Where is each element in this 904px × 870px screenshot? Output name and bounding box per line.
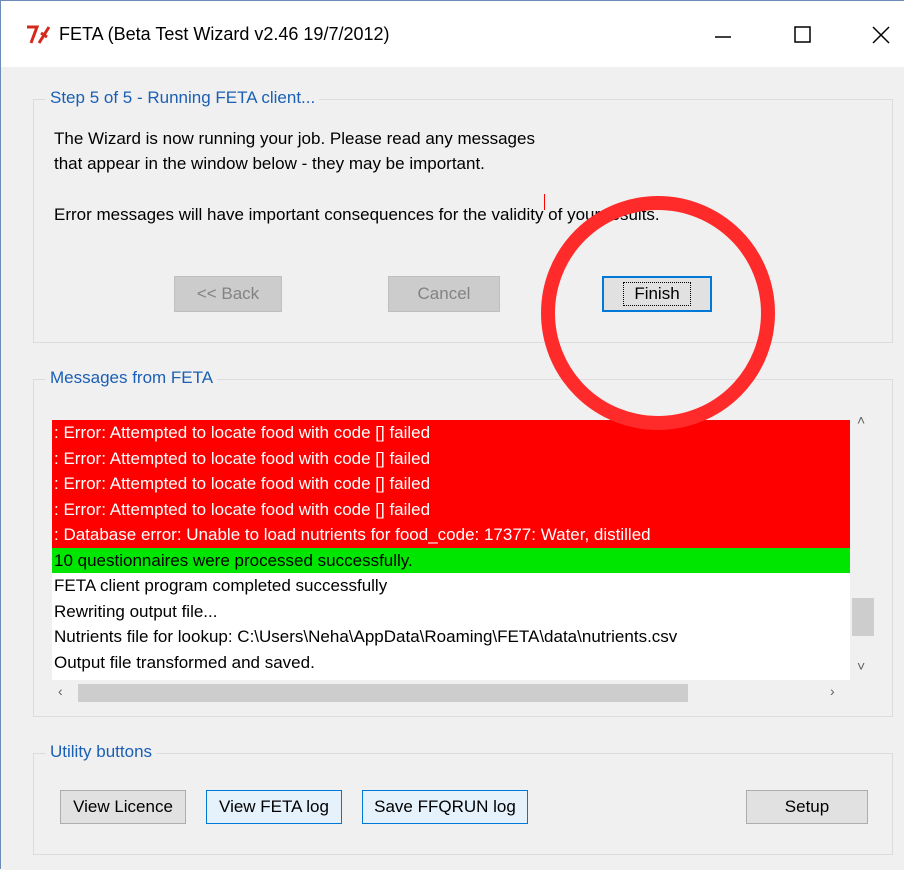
view-feta-log-button[interactable]: View FETA log — [206, 790, 342, 824]
message-line: : Error: Attempted to locate food with c… — [52, 420, 850, 446]
instruction-line-1: The Wizard is now running your job. Plea… — [54, 129, 535, 148]
message-line: : Error: Attempted to locate food with c… — [52, 445, 850, 471]
cancel-button[interactable]: Cancel — [388, 276, 500, 312]
wizard-client-area: Step 5 of 5 - Running FETA client... The… — [1, 67, 904, 870]
instruction-text: The Wizard is now running your job. Plea… — [54, 126, 535, 176]
scroll-down-icon[interactable]: ˅ — [857, 658, 865, 674]
tk-feather-icon — [27, 25, 51, 44]
message-line: FETA client program completed successful… — [54, 576, 388, 595]
close-icon — [872, 26, 890, 44]
finish-button-label: Finish — [623, 282, 691, 306]
error-warning-text: Error messages will have important conse… — [54, 205, 660, 224]
message-line: : Database error: Unable to load nutrien… — [52, 522, 850, 548]
close-button[interactable] — [857, 15, 904, 55]
minimize-button[interactable] — [699, 15, 747, 55]
minimize-icon — [715, 36, 731, 38]
save-ffqrun-log-button[interactable]: Save FFQRUN log — [362, 790, 528, 824]
messages-group-title: Messages from FETA — [46, 368, 218, 388]
maximize-button[interactable] — [779, 15, 827, 55]
messages-group: Messages from FETA : Error: Attempted to… — [33, 368, 893, 717]
window-title: FETA (Beta Test Wizard v2.46 19/7/2012) — [59, 24, 390, 44]
scroll-right-icon[interactable]: › — [830, 683, 835, 699]
title-bar[interactable]: FETA (Beta Test Wizard v2.46 19/7/2012) — [1, 1, 904, 67]
finish-button[interactable]: Finish — [602, 276, 712, 312]
message-line: : Error: Attempted to locate food with c… — [52, 496, 850, 522]
step-group-title: Step 5 of 5 - Running FETA client... — [46, 88, 320, 108]
horizontal-scrollbar[interactable]: ‹ › — [52, 680, 850, 706]
messages-listbox[interactable]: : Error: Attempted to locate food with c… — [52, 420, 850, 680]
scroll-up-icon[interactable]: ˄ — [857, 412, 865, 428]
message-line: : Error: Attempted to locate food with c… — [52, 471, 850, 497]
message-line: Nutrients file for lookup: C:\Users\Neha… — [54, 627, 678, 646]
setup-button[interactable]: Setup — [746, 790, 868, 824]
wizard-window: FETA (Beta Test Wizard v2.46 19/7/2012) … — [0, 0, 904, 870]
message-line: Rewriting output file... — [54, 601, 218, 621]
message-line: 10 questionnaires were processed success… — [52, 547, 850, 573]
back-button[interactable]: << Back — [174, 276, 282, 312]
message-line: Output file transformed and saved. — [54, 652, 315, 672]
instruction-line-2: that appear in the window below - they m… — [54, 154, 485, 173]
text-cursor-mark — [544, 194, 545, 210]
scroll-left-icon[interactable]: ‹ — [58, 683, 63, 699]
vertical-scroll-thumb[interactable] — [852, 598, 874, 636]
view-licence-button[interactable]: View Licence — [60, 790, 186, 824]
horizontal-scroll-thumb[interactable] — [78, 684, 688, 702]
maximize-icon — [794, 26, 811, 43]
step-group: Step 5 of 5 - Running FETA client... The… — [33, 88, 893, 343]
utility-group: Utility buttons View Licence View FETA l… — [33, 742, 893, 855]
vertical-scrollbar[interactable]: ˄ ˅ — [850, 408, 876, 680]
utility-group-title: Utility buttons — [46, 742, 157, 762]
